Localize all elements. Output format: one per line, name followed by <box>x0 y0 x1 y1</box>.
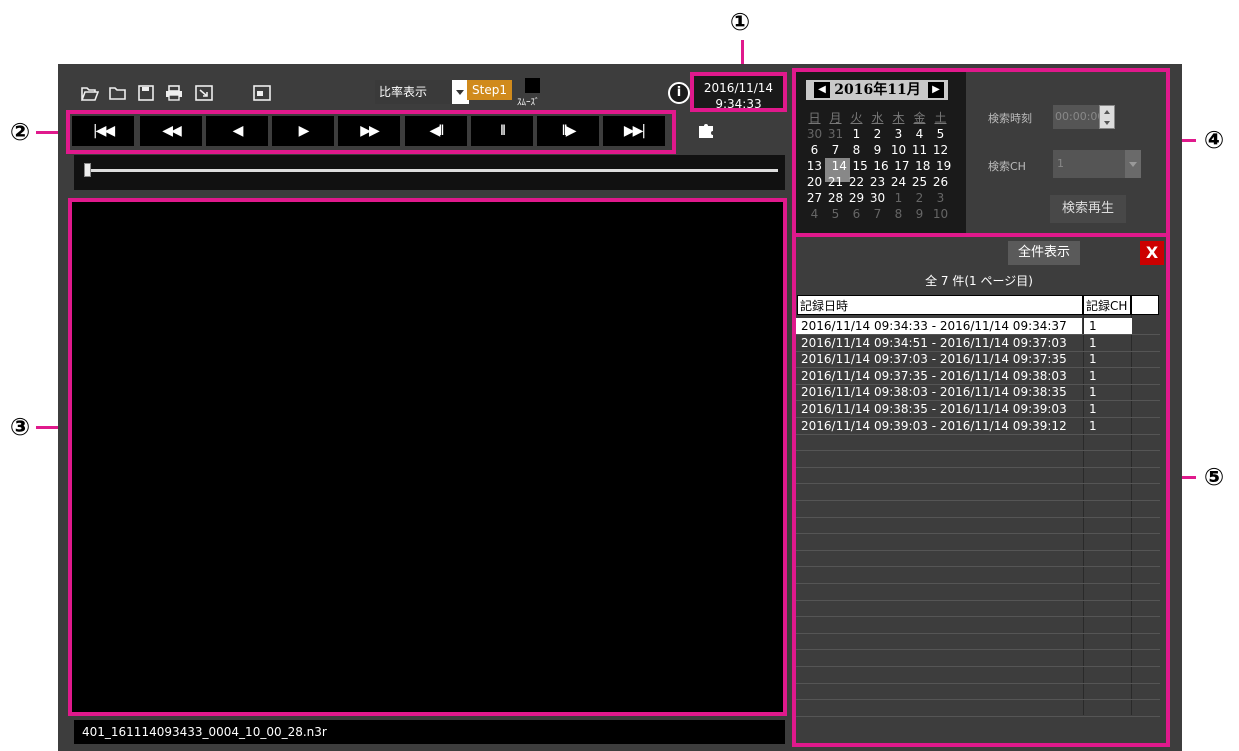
frame-back-button[interactable]: ◀II <box>405 116 467 146</box>
callout-4: ④ <box>1203 126 1225 154</box>
frame-forward-button[interactable]: II▶ <box>537 116 599 146</box>
picture-icon[interactable] <box>252 84 272 104</box>
callout-3: ③ <box>9 413 31 441</box>
smooth-label: ｽﾑｰｽﾞ <box>517 98 540 108</box>
search-area-highlight <box>792 68 1170 237</box>
current-time: 9:34:33 <box>715 97 762 111</box>
seek-thumb[interactable] <box>84 163 91 177</box>
plugin-icon[interactable] <box>696 120 718 142</box>
smooth-toggle[interactable] <box>525 78 540 93</box>
info-icon[interactable]: i <box>668 82 690 104</box>
pause-button[interactable]: II <box>471 116 533 146</box>
open-folder-icon[interactable] <box>80 84 100 104</box>
current-datetime: 2016/11/14 9:34:33 <box>690 72 787 112</box>
callout-5: ⑤ <box>1203 463 1225 491</box>
step-button[interactable]: Step1 <box>467 80 512 100</box>
display-mode-value: 比率表示 <box>379 85 428 99</box>
reverse-play-button[interactable]: ◀ <box>206 116 268 146</box>
list-area-highlight <box>792 233 1170 747</box>
video-display <box>68 198 787 716</box>
skip-to-start-button[interactable]: |◀◀ <box>72 116 134 146</box>
save-icon[interactable] <box>136 84 156 104</box>
callout-1: ① <box>729 8 751 36</box>
folder-icon[interactable] <box>108 84 128 104</box>
file-name: 401_161114093433_0004_10_00_28.n3r <box>74 720 785 744</box>
fit-window-icon[interactable] <box>194 84 214 104</box>
print-icon[interactable] <box>164 84 184 104</box>
seek-bar[interactable] <box>74 155 785 190</box>
skip-to-end-button[interactable]: ▶▶| <box>603 116 665 146</box>
fast-forward-button[interactable]: ▶▶ <box>338 116 400 146</box>
play-button[interactable]: ▶ <box>272 116 334 146</box>
current-date: 2016/11/14 <box>703 81 774 95</box>
callout-2: ② <box>9 118 31 146</box>
display-mode-select[interactable]: 比率表示 <box>375 80 469 104</box>
fast-rewind-button[interactable]: ◀◀ <box>140 116 202 146</box>
seek-track <box>88 169 778 172</box>
